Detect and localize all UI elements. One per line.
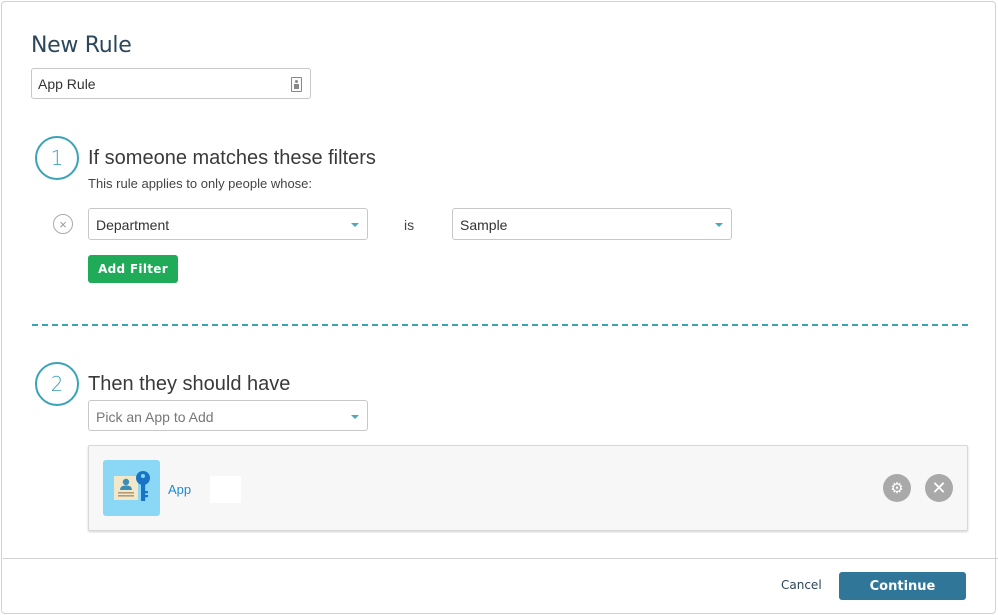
dialog-title: New Rule xyxy=(31,33,132,58)
chevron-down-icon xyxy=(351,223,359,227)
continue-button[interactable]: Continue xyxy=(839,572,966,600)
app-picker-select[interactable]: Pick an App to Add xyxy=(88,400,368,431)
app-list-item: App ⚙ ✕ xyxy=(88,445,968,531)
filter-field-select[interactable]: Department xyxy=(88,208,368,240)
id-card-key-icon xyxy=(103,460,160,516)
filter-value-select[interactable]: Sample xyxy=(452,208,732,240)
rule-name-field[interactable] xyxy=(31,68,311,99)
close-icon: ✕ xyxy=(931,477,947,498)
add-filter-button[interactable]: Add Filter xyxy=(88,255,178,283)
cancel-button[interactable]: Cancel xyxy=(781,578,822,592)
step2-heading: Then they should have xyxy=(88,373,291,395)
rule-name-input[interactable] xyxy=(38,75,278,93)
gear-icon: ⚙ xyxy=(890,480,904,497)
new-rule-dialog: New Rule 1 If someone matches these filt… xyxy=(1,1,998,614)
footer-divider xyxy=(3,558,998,559)
app-extra-field xyxy=(210,476,241,503)
app-settings-button[interactable]: ⚙ xyxy=(883,474,911,502)
remove-circle-icon: × xyxy=(59,216,67,232)
app-picker-placeholder: Pick an App to Add xyxy=(96,409,214,425)
step-number-2: 2 xyxy=(35,362,79,406)
step-number-1: 1 xyxy=(35,136,79,180)
contact-card-icon xyxy=(291,77,302,92)
remove-filter-button[interactable]: × xyxy=(53,214,73,234)
filter-field-value: Department xyxy=(96,217,170,233)
chevron-down-icon xyxy=(715,223,723,227)
filter-value-value: Sample xyxy=(460,217,508,233)
section-divider xyxy=(32,324,968,326)
step1-subtext: This rule applies to only people whose: xyxy=(88,176,313,191)
filter-operator-label: is xyxy=(404,217,415,233)
app-name-link[interactable]: App xyxy=(168,482,191,497)
step1-heading: If someone matches these filters xyxy=(88,147,376,169)
remove-app-button[interactable]: ✕ xyxy=(925,474,953,502)
chevron-down-icon xyxy=(351,415,359,419)
